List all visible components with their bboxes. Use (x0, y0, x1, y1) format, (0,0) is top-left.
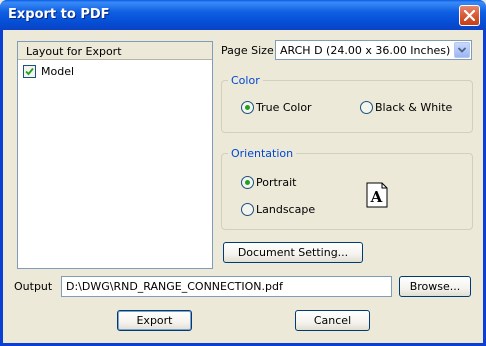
landscape-radio[interactable] (241, 203, 254, 216)
layout-item-label: Model (41, 65, 75, 78)
landscape-label: Landscape (256, 203, 316, 216)
page-size-value: ARCH D (24.00 x 36.00 Inches) (280, 44, 451, 57)
export-to-pdf-dialog: Export to PDF Layout for Export Model Pa… (0, 0, 486, 346)
dropdown-arrow-button[interactable] (454, 42, 470, 58)
orientation-group-title: Orientation (228, 147, 297, 160)
black-white-label: Black & White (375, 101, 453, 114)
color-group: Color True Color Black & White (221, 74, 473, 133)
title-bar[interactable]: Export to PDF (0, 0, 486, 30)
black-white-radio[interactable] (360, 101, 373, 114)
page-size-dropdown[interactable]: ARCH D (24.00 x 36.00 Inches) (275, 40, 472, 60)
portrait-label: Portrait (256, 176, 297, 189)
export-button[interactable]: Export (117, 310, 192, 331)
orientation-group: Orientation Portrait Landscape A (221, 147, 473, 230)
close-icon (464, 10, 475, 21)
portrait-radio[interactable] (241, 176, 254, 189)
orientation-preview-letter: A (370, 188, 383, 206)
portrait-page-icon: A (366, 182, 388, 208)
cancel-button[interactable]: Cancel (295, 310, 370, 331)
dialog-body: Layout for Export Model Page Size ARCH D… (3, 30, 483, 343)
true-color-radio[interactable] (241, 101, 254, 114)
window-title: Export to PDF (8, 7, 110, 22)
output-path-input[interactable] (62, 277, 391, 296)
document-setting-button[interactable]: Document Setting... (223, 242, 363, 263)
layout-list-header: Layout for Export (18, 42, 212, 60)
chevron-down-icon (458, 47, 466, 53)
output-path-field[interactable] (61, 276, 392, 297)
browse-button[interactable]: Browse... (399, 276, 471, 297)
close-button[interactable] (459, 5, 480, 26)
output-label: Output (14, 280, 53, 293)
layout-list-header-label: Layout for Export (26, 45, 122, 58)
page-size-label: Page Size (221, 44, 274, 57)
check-icon (25, 67, 34, 76)
layout-list[interactable]: Layout for Export Model (17, 41, 213, 269)
true-color-label: True Color (256, 101, 312, 114)
model-checkbox[interactable] (23, 65, 36, 78)
color-group-title: Color (228, 74, 263, 87)
